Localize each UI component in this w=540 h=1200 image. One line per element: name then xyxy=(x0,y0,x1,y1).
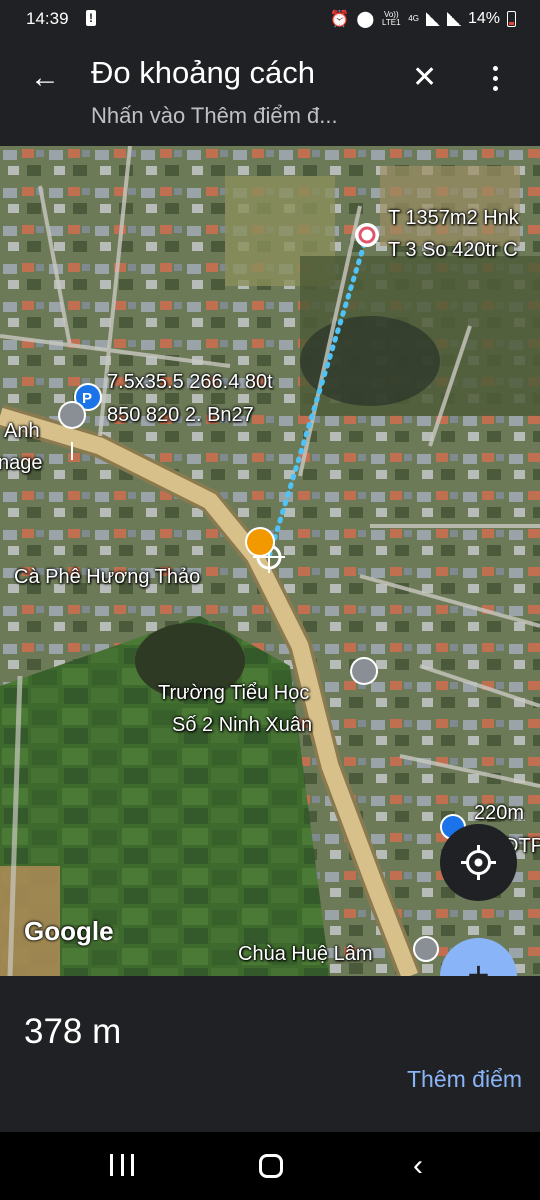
network-label: 4G xyxy=(408,14,419,23)
more-options-icon[interactable] xyxy=(485,64,505,94)
status-bar: 14:39 ! ⏰ ⬤ Vo)) LTE1 4G 14% xyxy=(0,0,540,40)
pagoda-icon[interactable] xyxy=(413,936,439,962)
add-point-button[interactable]: Thêm điểm xyxy=(407,1066,522,1093)
battery-icon xyxy=(507,11,516,27)
map-label-listing-top-2[interactable]: T 3 So 420tr C xyxy=(388,237,518,264)
measure-bottom-sheet: 378 m Thêm điểm xyxy=(0,976,540,1132)
back-arrow-icon[interactable]: ← xyxy=(30,62,62,94)
app-bar: ← Đo khoảng cách Nhấn vào Thêm điểm đ...… xyxy=(0,40,540,146)
map-label-parking-1[interactable]: 7.5x35.5 266.4 80t xyxy=(107,369,273,396)
map-label-school-1[interactable]: Trường Tiểu Học xyxy=(158,680,309,707)
alarm-icon: ⏰ xyxy=(329,11,350,28)
map-label-listing-top-1[interactable]: T 1357m2 Hnk xyxy=(388,205,519,232)
distance-readout: 378 m xyxy=(24,1012,122,1051)
school-icon[interactable] xyxy=(350,657,379,685)
signal-icon-2 xyxy=(446,12,461,26)
cafe-icon[interactable] xyxy=(245,527,276,557)
map-label-anh-1[interactable]: Anh xyxy=(4,418,40,445)
location-icon: ⬤ xyxy=(356,11,375,28)
alert-icon: ! xyxy=(86,10,96,26)
map-label-school-2[interactable]: Số 2 Ninh Xuân xyxy=(172,712,312,739)
map-label-parking-2[interactable]: 850 820 2. Bn27 xyxy=(107,402,254,429)
map-label-cafe[interactable]: Cà Phê Hương Thảo xyxy=(14,564,200,591)
google-logo: Google xyxy=(24,916,114,946)
status-time: 14:39 xyxy=(26,9,69,28)
my-location-button[interactable] xyxy=(440,824,517,901)
plus-icon: + xyxy=(467,955,490,976)
nav-back-icon[interactable]: ‹ xyxy=(413,1151,423,1181)
signal-icon xyxy=(425,12,440,26)
system-nav-bar: ‹ xyxy=(0,1132,540,1200)
battery-percent: 14% xyxy=(467,10,500,27)
page-subtitle: Nhấn vào Thêm điểm đ... xyxy=(91,103,338,128)
home-icon[interactable] xyxy=(259,1154,283,1178)
close-icon[interactable]: ✕ xyxy=(412,62,437,94)
volte-label: Vo)) LTE1 xyxy=(382,10,401,27)
recents-icon[interactable] xyxy=(110,1154,134,1176)
map-label-pagoda[interactable]: Chùa Huệ Lâm xyxy=(238,941,373,968)
map-view[interactable]: P T 1357m2 Hnk T 3 So 420tr C 7.5x35.5 2… xyxy=(0,146,540,976)
crosshair-icon xyxy=(461,845,496,880)
map-label-anh-2[interactable]: nage xyxy=(0,450,43,477)
status-icons: ⏰ ⬤ Vo)) LTE1 4G 14% xyxy=(329,9,516,29)
page-title: Đo khoảng cách xyxy=(91,55,316,90)
svg-text:P: P xyxy=(82,390,92,407)
map-label-right-listing[interactable]: 220m xyxy=(474,800,524,827)
